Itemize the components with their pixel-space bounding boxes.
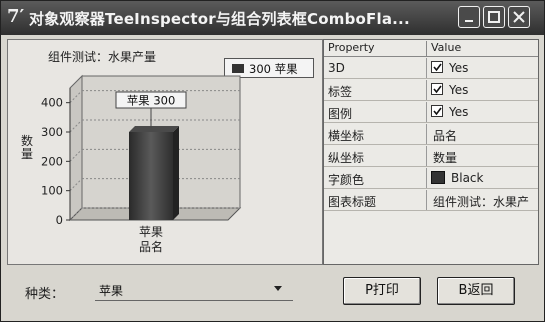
- property-value[interactable]: Black: [426, 168, 538, 188]
- y-tick-label: 300: [41, 125, 63, 139]
- x-tick-label: 苹果: [139, 225, 163, 239]
- checkbox[interactable]: [431, 105, 443, 117]
- inspector-grid[interactable]: Property Value 3D Yes 标签 Yes 图例 Yes 横坐标 品名纵坐标 数量…: [323, 39, 539, 265]
- value-text: 组件测试：水果产: [433, 195, 530, 209]
- y-tick-label: 100: [41, 184, 63, 198]
- checkmark-icon: [433, 63, 442, 72]
- inspector-row[interactable]: 3D Yes: [324, 58, 538, 79]
- inspector-row[interactable]: 图例 Yes: [324, 102, 538, 123]
- data-label: 苹果 300: [127, 94, 176, 108]
- checkmark-icon: [433, 85, 442, 94]
- inspector-row[interactable]: 标签 Yes: [324, 80, 538, 101]
- property-name: 图例: [328, 107, 353, 121]
- property-value[interactable]: Yes: [426, 80, 538, 100]
- chart-plot: 0 100 200 300 400 苹果 300 苹果品名: [41, 74, 242, 254]
- header-value: Value: [426, 41, 461, 56]
- inspector-row[interactable]: 纵坐标 数量: [324, 146, 538, 167]
- maximize-icon: [488, 11, 500, 23]
- color-name: Black: [451, 171, 484, 185]
- y-tick-label: 200: [41, 154, 63, 168]
- app-icon: 7′: [7, 6, 25, 27]
- inspector-row[interactable]: 字颜色 Black: [324, 168, 538, 189]
- close-icon: [513, 11, 525, 23]
- bar-side: [173, 126, 179, 220]
- dropdown-arrow-icon[interactable]: [273, 285, 283, 293]
- checkbox[interactable]: [431, 83, 443, 95]
- property-name: 标签: [328, 85, 353, 99]
- close-button[interactable]: [508, 6, 530, 28]
- y-tick-label: 400: [41, 96, 63, 110]
- property-name: 图表标题: [328, 195, 377, 209]
- checkbox-label: Yes: [449, 83, 469, 97]
- property-name: 字颜色: [328, 173, 365, 187]
- maximize-button[interactable]: [483, 6, 505, 28]
- inspector-header: Property Value: [324, 40, 538, 57]
- property-value[interactable]: Yes: [426, 58, 538, 78]
- x-axis-label: 品名: [139, 239, 163, 254]
- value-text: 品名: [433, 129, 458, 143]
- inspector-row[interactable]: 横坐标 品名: [324, 124, 538, 145]
- chart-panel: 组件测试：水果产量 300 苹果 数量 0 100 200 300 400 苹果 300 苹…: [7, 39, 323, 265]
- inspector-row[interactable]: 图表标题 组件测试：水果产: [324, 190, 538, 211]
- property-value[interactable]: 组件测试：水果产: [426, 190, 538, 210]
- bar: [129, 132, 173, 220]
- checkbox[interactable]: [431, 61, 443, 73]
- minimize-icon: [465, 20, 473, 22]
- kind-label: 种类：: [25, 287, 65, 302]
- header-property: Property: [328, 41, 375, 54]
- property-value[interactable]: Yes: [426, 102, 538, 122]
- checkbox-label: Yes: [449, 61, 469, 75]
- kind-combobox-value: 苹果: [99, 284, 124, 298]
- property-name: 纵坐标: [328, 151, 365, 165]
- back-button[interactable]: B返回: [437, 277, 515, 305]
- kind-combobox[interactable]: 苹果: [95, 279, 293, 301]
- checkmark-icon: [433, 107, 442, 116]
- print-button[interactable]: P打印: [343, 277, 421, 305]
- window-title: 对象观察器TeeInspector与组合列表框ComboFla...: [29, 10, 410, 28]
- property-name: 3D: [328, 61, 345, 75]
- property-value[interactable]: 品名: [426, 124, 538, 144]
- main-window: 7′ 对象观察器TeeInspector与组合列表框ComboFla... 组件…: [0, 0, 545, 322]
- y-tick-label: 0: [56, 213, 63, 227]
- title-bar[interactable]: 7′ 对象观察器TeeInspector与组合列表框ComboFla...: [1, 1, 544, 35]
- bar-top: [129, 126, 179, 132]
- minimize-button[interactable]: [458, 6, 480, 28]
- left-wall: [69, 74, 83, 222]
- property-name: 横坐标: [328, 129, 365, 143]
- color-swatch: [431, 171, 445, 184]
- bottom-bar: 种类： 苹果 P打印 B返回: [7, 269, 539, 315]
- checkbox-label: Yes: [449, 105, 469, 119]
- property-value[interactable]: 数量: [426, 146, 538, 166]
- value-text: 数量: [433, 151, 458, 165]
